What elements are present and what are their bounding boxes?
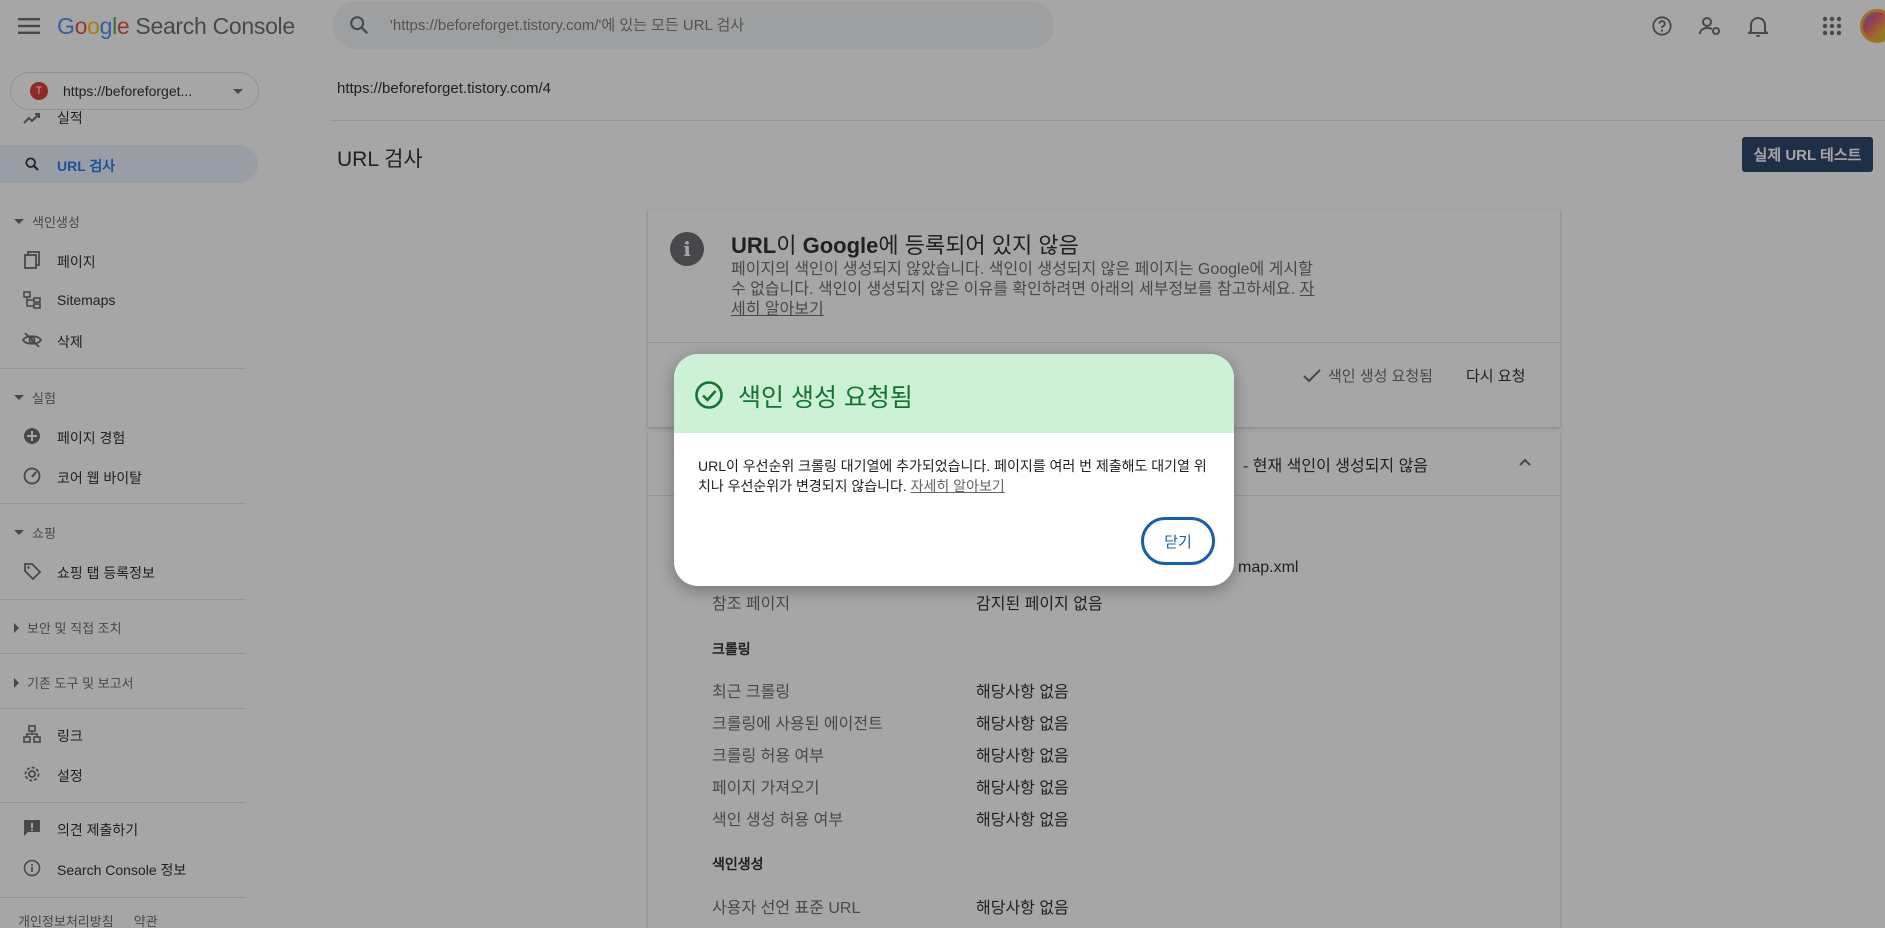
dialog-header: 색인 생성 요청됨 — [674, 354, 1234, 433]
check-circle-icon — [694, 380, 724, 410]
dialog-title: 색인 생성 요청됨 — [738, 384, 913, 412]
dialog-close-button[interactable]: 닫기 — [1141, 517, 1215, 565]
dialog-body: URL이 우선순위 크롤링 대기열에 추가되었습니다. 페이지를 여러 번 제출… — [698, 456, 1213, 496]
dialog-learn-more-link[interactable]: 자세히 알아보기 — [911, 478, 1005, 494]
indexing-requested-dialog: 색인 생성 요청됨 URL이 우선순위 크롤링 대기열에 추가되었습니다. 페이… — [674, 354, 1234, 586]
